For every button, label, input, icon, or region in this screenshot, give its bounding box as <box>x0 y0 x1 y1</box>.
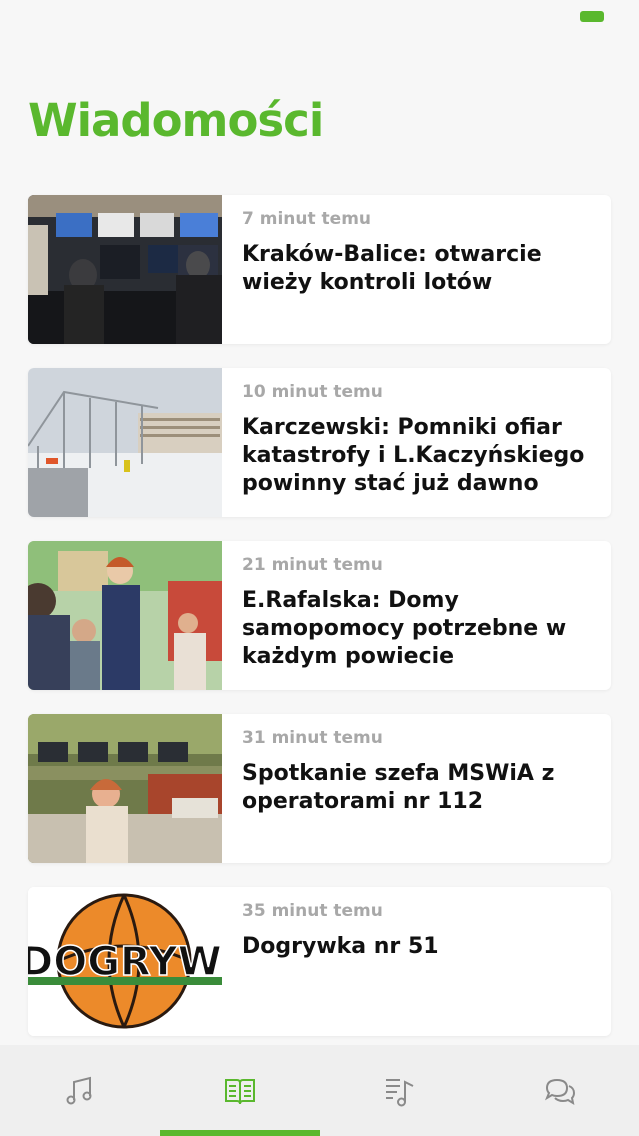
battery-icon <box>580 11 604 22</box>
chat-bubbles-icon <box>544 1078 576 1105</box>
dogrywka-logo: DOGRYWKA <box>28 939 222 985</box>
news-screen: Wiadomości 7 minut temu Kraków-Balice: o… <box>0 0 639 1136</box>
news-time: 10 minut temu <box>242 382 383 402</box>
news-headline: Spotkanie szefa MSWiA z operatorami nr 1… <box>242 761 555 814</box>
news-thumbnail <box>28 541 222 690</box>
news-card[interactable]: 7 minut temu Kraków-Balice: otwarcie wie… <box>28 195 611 344</box>
news-card[interactable]: 10 minut temu Karczewski: Pomniki ofiar … <box>28 368 611 517</box>
page-title: Wiadomości <box>28 94 324 147</box>
news-headline: Kraków-Balice: otwarcie wieży kontroli l… <box>242 242 542 295</box>
music-note-icon <box>66 1076 92 1104</box>
news-headline: Dogrywka nr 51 <box>242 934 439 959</box>
tab-news[interactable] <box>160 1045 320 1136</box>
open-book-icon <box>225 1078 255 1104</box>
news-card[interactable]: DOGRYWKA 35 minut temu Dogrywka nr 51 <box>28 887 611 1036</box>
news-headline: Karczewski: Pomniki ofiar katastrofy i L… <box>242 415 585 496</box>
news-thumbnail <box>28 368 222 517</box>
news-list: 7 minut temu Kraków-Balice: otwarcie wie… <box>28 195 611 1060</box>
news-time: 31 minut temu <box>242 728 383 748</box>
news-thumbnail: DOGRYWKA <box>28 887 222 1036</box>
news-thumbnail <box>28 195 222 344</box>
news-time: 35 minut temu <box>242 901 383 921</box>
status-bar <box>0 0 639 40</box>
news-time: 21 minut temu <box>242 555 383 575</box>
tab-playlist[interactable] <box>320 1045 480 1136</box>
news-time: 7 minut temu <box>242 209 372 229</box>
news-headline: E.Rafalska: Domy samopomocy potrzebne w … <box>242 588 567 669</box>
tab-bar <box>0 1045 639 1136</box>
tab-music[interactable] <box>0 1045 160 1136</box>
playlist-icon <box>386 1078 414 1106</box>
tab-chat[interactable] <box>480 1045 639 1136</box>
news-thumbnail <box>28 714 222 863</box>
news-card[interactable]: 21 minut temu E.Rafalska: Domy samopomoc… <box>28 541 611 690</box>
news-card[interactable]: 31 minut temu Spotkanie szefa MSWiA z op… <box>28 714 611 863</box>
active-tab-indicator <box>160 1130 320 1136</box>
